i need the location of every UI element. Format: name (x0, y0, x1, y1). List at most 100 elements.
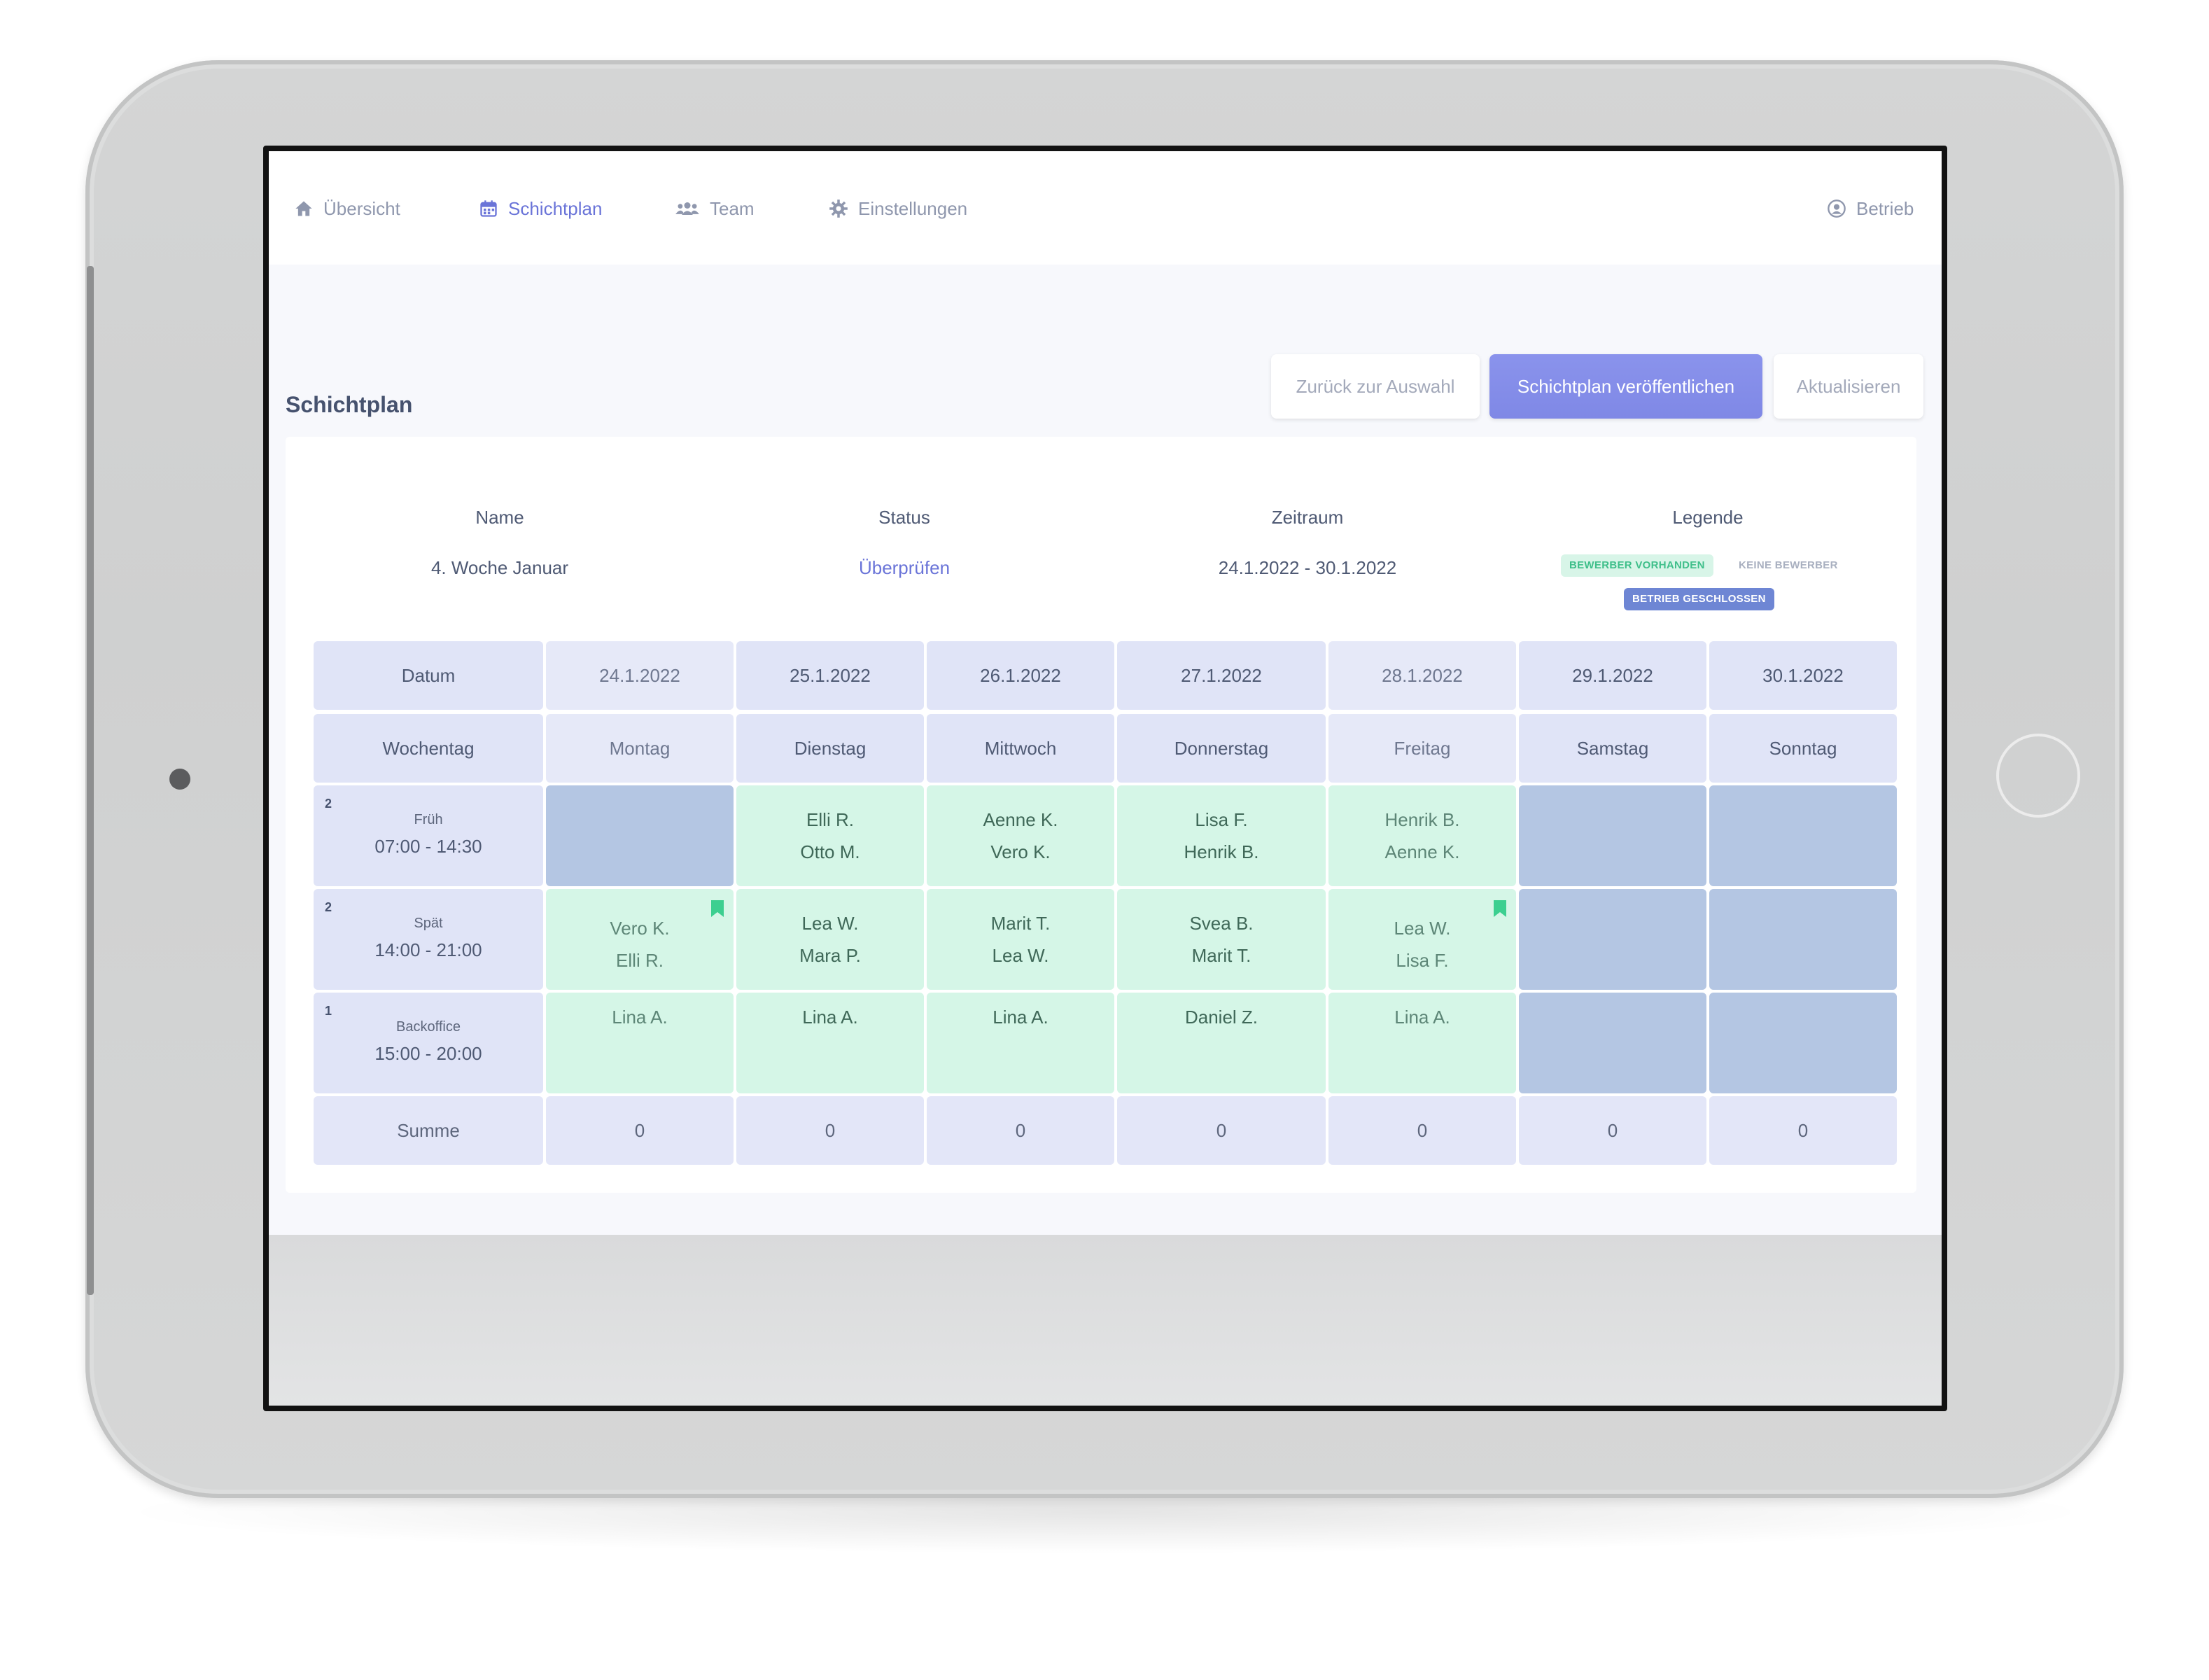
sum-value: 0 (1607, 1120, 1618, 1141)
nav-item-schedule[interactable]: Schichtplan (479, 193, 602, 224)
applicant-name: Lea W. (1394, 918, 1451, 939)
schedule-name: 4. Woche Januar (430, 557, 569, 578)
shift-cell-applicants[interactable]: Lina A. (546, 993, 734, 1093)
shift-cell-applicants[interactable]: Vero K. Elli R. (546, 889, 734, 990)
shift-name: Backoffice (396, 1019, 461, 1035)
refresh-button[interactable]: Aktualisieren (1774, 354, 1923, 419)
weekday-text: Freitag (1394, 738, 1451, 759)
applicant-name: Elli R. (806, 809, 854, 830)
weekday-text: Sonntag (1769, 738, 1837, 759)
shift-cell-closed[interactable] (1709, 993, 1897, 1093)
nav-item-label: Übersicht (323, 197, 400, 219)
sum-cell: 0 (927, 1096, 1114, 1165)
shift-cell-applicants[interactable]: Lina A. (1328, 993, 1516, 1093)
shift-cell-applicants[interactable]: Lisa F. Henrik B. (1117, 785, 1326, 886)
legend-badge-closed: BETRIEB GESCHLOSSEN (1624, 588, 1774, 610)
shift-cell-applicants[interactable]: Lea W. Mara P. (736, 889, 924, 990)
date-text: 25.1.2022 (790, 665, 871, 686)
shift-cell-closed[interactable] (546, 785, 734, 886)
shift-cell-closed[interactable] (1519, 889, 1706, 990)
shift-cell-applicants[interactable]: Lina A. (927, 993, 1114, 1093)
date-text: 27.1.2022 (1181, 665, 1262, 686)
account-menu[interactable]: Betrieb (1827, 193, 1914, 224)
legend-label: Legende (1672, 507, 1744, 528)
info-period-label: Zeitraum (1271, 507, 1344, 528)
shift-cell-applicants[interactable]: Elli R. Otto M. (736, 785, 924, 886)
date-text: 24.1.2022 (599, 665, 680, 686)
applicant-name: Daniel Z. (1184, 1007, 1258, 1028)
weekday-header: Sonntag (1709, 714, 1897, 783)
sum-cell: 0 (546, 1096, 734, 1165)
applicant-name: Lina A. (1394, 1007, 1450, 1028)
info-status-label: Status (878, 507, 930, 528)
applicant-name: Henrik B. (1184, 841, 1259, 862)
shift-cell-applicants[interactable]: Lea W. Lisa F. (1328, 889, 1516, 990)
date-text: 26.1.2022 (980, 665, 1061, 686)
shift-cell-closed[interactable] (1709, 785, 1897, 886)
weekday-header: Dienstag (736, 714, 924, 783)
date-header: 30.1.2022 (1709, 641, 1897, 710)
user-circle-icon (1828, 200, 1846, 218)
nav-item-label: Team (710, 197, 755, 219)
shift-cell-applicants[interactable]: Daniel Z. (1117, 993, 1326, 1093)
applicant-name: Marit T. (990, 913, 1051, 934)
shift-name: Spät (414, 916, 443, 931)
weekday-header: Samstag (1519, 714, 1706, 783)
applicant-name: Vero K. (990, 841, 1051, 862)
sum-cell: 0 (1709, 1096, 1897, 1165)
nav-item-team[interactable]: Team (675, 193, 755, 224)
shift-time: 15:00 - 20:00 (374, 1043, 482, 1064)
weekday-text: Donnerstag (1174, 738, 1269, 759)
top-nav: Übersicht Schichtplan Team Einstellungen… (269, 151, 1942, 265)
tablet-side-key (87, 266, 94, 1295)
row-label-text: Wochentag (382, 738, 475, 759)
page-title: Schichtplan (286, 392, 413, 417)
nav-item-overview[interactable]: Übersicht (294, 193, 400, 224)
bookmark-icon[interactable] (1492, 899, 1508, 918)
screen: Übersicht Schichtplan Team Einstellungen… (269, 151, 1942, 1406)
date-text: 29.1.2022 (1572, 665, 1653, 686)
shift-cell-applicants[interactable]: Marit T. Lea W. (927, 889, 1114, 990)
shift-time: 07:00 - 14:30 (374, 836, 482, 857)
home-icon (295, 201, 312, 216)
date-text: 28.1.2022 (1382, 665, 1463, 686)
weekday-text: Samstag (1576, 738, 1649, 759)
schedule-card: Name 4. Woche Januar Status Überprüfen Z… (286, 437, 1916, 1193)
nav-item-settings[interactable]: Einstellungen (829, 193, 967, 224)
row-label-text: Datum (401, 665, 456, 686)
status-link[interactable]: Überprüfen (708, 557, 1100, 579)
applicant-name: Otto M. (800, 841, 860, 862)
sum-cell: 0 (1117, 1096, 1326, 1165)
shift-cell-applicants[interactable]: Aenne K. Vero K. (927, 785, 1114, 886)
sum-cell: 0 (1519, 1096, 1706, 1165)
gear-icon (829, 200, 848, 218)
date-header: 27.1.2022 (1117, 641, 1326, 710)
applicant-name: Lina A. (802, 1007, 858, 1028)
row-label-date: Datum (314, 641, 543, 710)
applicant-name: Lisa F. (1195, 809, 1248, 830)
date-text: 30.1.2022 (1762, 665, 1844, 686)
users-icon (675, 202, 699, 215)
shift-cell-closed[interactable] (1519, 993, 1706, 1093)
bookmark-icon[interactable] (710, 899, 725, 918)
shift-label: 2 Spät 14:00 - 21:00 (314, 889, 543, 990)
publish-schedule-button[interactable]: Schichtplan veröffentlichen (1489, 354, 1762, 419)
back-to-selection-button[interactable]: Zurück zur Auswahl (1271, 354, 1480, 419)
shift-cell-closed[interactable] (1709, 889, 1897, 990)
sum-value: 0 (1216, 1120, 1227, 1141)
applicant-name: Marit T. (1191, 945, 1251, 966)
row-label-weekday: Wochentag (314, 714, 543, 783)
empty-screen-area (269, 1235, 1942, 1406)
shift-cell-applicants[interactable]: Lina A. (736, 993, 924, 1093)
weekday-header: Donnerstag (1117, 714, 1326, 783)
legend-badge-applicants: BEWERBER VORHANDEN (1561, 554, 1713, 577)
shift-cell-closed[interactable] (1519, 785, 1706, 886)
sum-value: 0 (1015, 1120, 1026, 1141)
shift-time: 14:00 - 21:00 (374, 939, 482, 960)
shift-cell-applicants[interactable]: Svea B. Marit T. (1117, 889, 1326, 990)
sum-cell: 0 (736, 1096, 924, 1165)
shift-cell-applicants[interactable]: Henrik B. Aenne K. (1328, 785, 1516, 886)
home-button[interactable] (1996, 734, 2080, 818)
weekday-text: Montag (609, 738, 671, 759)
weekday-header: Mittwoch (927, 714, 1114, 783)
